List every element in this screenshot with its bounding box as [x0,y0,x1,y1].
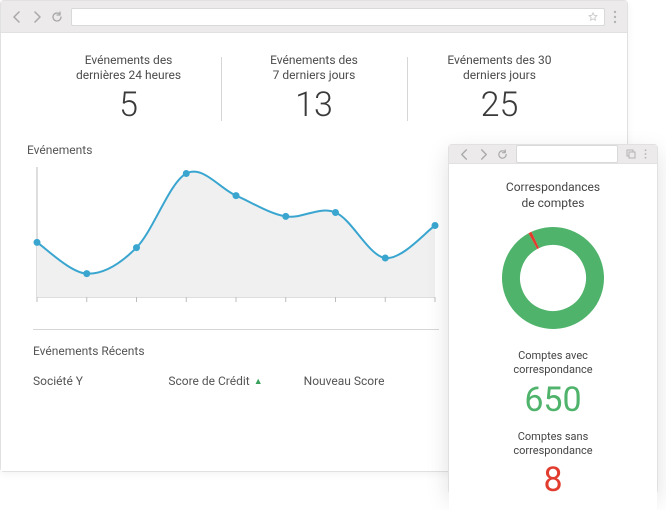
stat-value: 25 [419,85,580,125]
stat-7d: Evénements des7 derniers jours 13 [221,51,406,127]
reload-icon[interactable] [51,11,63,23]
divider [33,329,439,330]
accounts-donut-chart [465,223,641,333]
back-icon[interactable] [11,11,23,23]
events-line-chart [33,161,439,311]
col-label: Société Y [33,374,83,388]
stat-label: Evénements des 30derniers jours [419,53,580,83]
col-label: Nouveau Score [304,374,385,388]
url-bar[interactable] [516,145,618,163]
stat-value: 5 [48,85,209,125]
star-icon[interactable] [588,12,598,22]
url-bar[interactable] [71,8,605,26]
stat-value: 13 [233,85,394,125]
sort-asc-icon: ▲ [254,376,263,387]
col-label: Score de Crédit [168,374,249,388]
matched-value: 650 [465,380,641,420]
sidebar-window: Correspondancesde comptes Comptes avecco… [448,144,658,494]
matched-label: Comptes aveccorrespondance [465,349,641,378]
forward-icon[interactable] [478,149,489,160]
stat-24h: Evénements desdernières 24 heures 5 [36,51,221,127]
menu-icon[interactable] [613,10,617,24]
menu-icon[interactable] [644,148,647,160]
forward-icon[interactable] [31,11,43,23]
browser-chrome [1,1,627,33]
col-new-score[interactable]: Nouveau Score [304,374,439,388]
browser-chrome [449,145,657,164]
unmatched-label: Comptes sanscorrespondance [465,430,641,459]
col-credit-score[interactable]: Score de Crédit ▲ [168,374,303,388]
reload-icon[interactable] [497,149,508,160]
accounts-title: Correspondancesde comptes [465,180,641,211]
accounts-panel: Correspondancesde comptes Comptes avecco… [449,164,657,510]
stat-label: Evénements des7 derniers jours [233,53,394,83]
col-company[interactable]: Société Y [33,374,168,388]
stats-row: Evénements desdernières 24 heures 5 Evén… [33,51,595,127]
stat-label: Evénements desdernières 24 heures [48,53,209,83]
stat-30d: Evénements des 30derniers jours 25 [407,51,592,127]
back-icon[interactable] [459,149,470,160]
copy-icon[interactable] [626,149,636,159]
recent-events-header: Société Y Score de Crédit ▲ Nouveau Scor… [33,374,439,388]
unmatched-value: 8 [465,460,641,500]
